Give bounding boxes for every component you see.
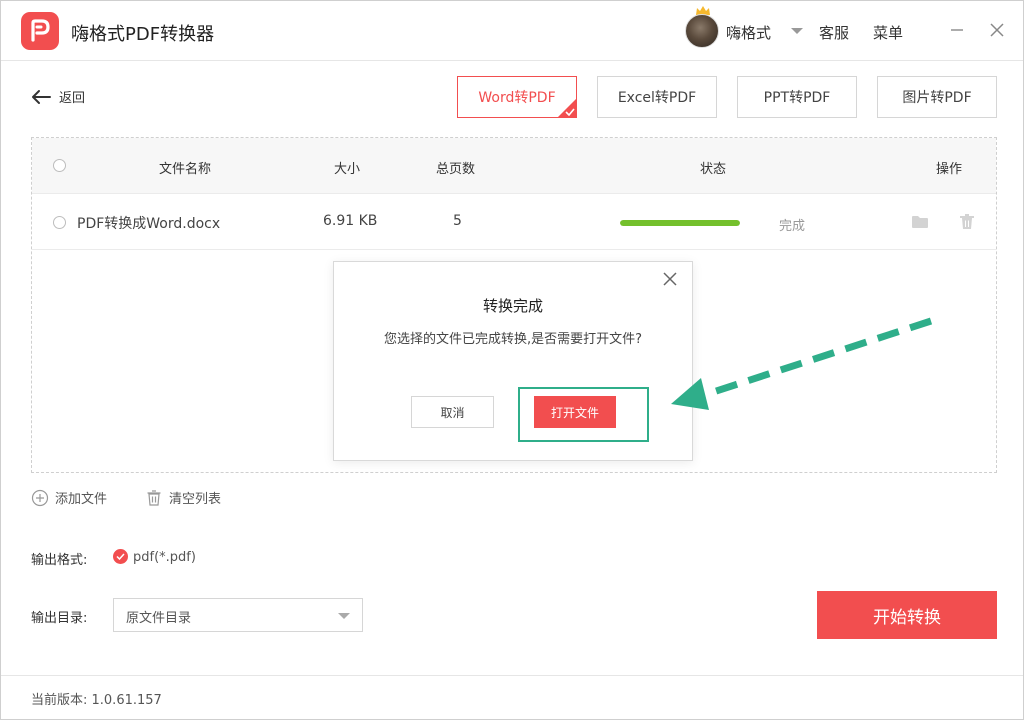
table-header: 文件名称 大小 总页数 状态 操作: [32, 138, 996, 194]
add-file-label: 添加文件: [55, 492, 108, 507]
progress-bar: [620, 220, 740, 226]
customer-service-link[interactable]: 客服: [819, 22, 849, 43]
start-conversion-button[interactable]: 开始转换: [817, 591, 997, 639]
output-dir-select[interactable]: 原文件目录: [113, 598, 363, 632]
dialog-message: 您选择的文件已完成转换,是否需要打开文件?: [383, 332, 643, 347]
tab-image-to-pdf[interactable]: 图片转PDF: [877, 76, 997, 118]
close-window-button[interactable]: [986, 19, 1008, 41]
username[interactable]: 嗨格式: [726, 22, 771, 43]
add-circle-icon: [31, 489, 49, 506]
cancel-button[interactable]: 取消: [411, 396, 494, 428]
app-window: 嗨格式PDF转换器 嗨格式 客服 菜单 返回 Word转PDF Excel转PD…: [0, 0, 1024, 720]
folder-icon[interactable]: [910, 212, 930, 232]
header-file-name: 文件名称: [159, 162, 212, 177]
header-size: 大小: [334, 162, 361, 177]
clear-list-label: 清空列表: [169, 492, 222, 507]
output-format-label: 输出格式:: [31, 553, 88, 568]
output-dir-value: 原文件目录: [126, 611, 192, 626]
open-file-button[interactable]: 打开文件: [534, 396, 616, 428]
avatar[interactable]: [685, 14, 719, 48]
close-icon[interactable]: [662, 271, 678, 287]
version-text: 当前版本: 1.0.61.157: [31, 693, 162, 708]
add-file-button[interactable]: 添加文件: [31, 488, 107, 507]
row-status: 完成: [779, 219, 806, 234]
conversion-complete-dialog: 转换完成 您选择的文件已完成转换,是否需要打开文件? 取消 打开文件: [333, 261, 693, 461]
row-file-name: PDF转换成Word.docx: [77, 216, 221, 232]
tab-label: Word转PDF: [478, 90, 556, 106]
trash-icon: [147, 489, 161, 506]
check-icon: [565, 108, 575, 116]
tab-label: Excel转PDF: [617, 90, 697, 106]
header-status: 状态: [700, 162, 727, 177]
tab-excel-to-pdf[interactable]: Excel转PDF: [597, 76, 717, 118]
close-icon: [990, 23, 1004, 37]
back-button[interactable]: 返回: [31, 87, 85, 106]
table-row: PDF转换成Word.docx 6.91 KB 5 完成: [32, 194, 996, 250]
minimize-button[interactable]: [946, 19, 968, 41]
output-format-value: pdf(*.pdf): [133, 550, 196, 565]
menu-link[interactable]: 菜单: [873, 22, 903, 43]
title-bar: 嗨格式PDF转换器 嗨格式 客服 菜单: [1, 1, 1023, 61]
select-all-radio[interactable]: [53, 159, 66, 172]
minimize-icon: [951, 29, 963, 31]
footer: 当前版本: 1.0.61.157: [1, 675, 1023, 719]
app-title: 嗨格式PDF转换器: [71, 24, 215, 45]
output-dir-label: 输出目录:: [31, 611, 88, 626]
back-label: 返回: [59, 91, 86, 106]
arrow-annotation-icon: [671, 317, 933, 410]
tab-word-to-pdf[interactable]: Word转PDF: [457, 76, 577, 118]
chevron-down-icon[interactable]: [791, 28, 803, 34]
header-pages: 总页数: [436, 162, 476, 177]
tab-label: 图片转PDF: [902, 90, 972, 106]
chevron-down-icon: [338, 613, 350, 619]
row-select-radio[interactable]: [53, 216, 66, 229]
dialog-title: 转换完成: [482, 297, 543, 315]
clear-list-button[interactable]: 清空列表: [145, 488, 221, 507]
row-page-count: 5: [453, 213, 462, 229]
progress-fill: [620, 220, 740, 226]
header-actions: 操作: [936, 162, 963, 177]
tab-label: PPT转PDF: [763, 90, 831, 106]
app-logo-icon: [21, 12, 59, 50]
check-circle-icon: [113, 549, 128, 564]
arrow-left-icon: [32, 89, 51, 104]
tab-ppt-to-pdf[interactable]: PPT转PDF: [737, 76, 857, 118]
row-file-size: 6.91 KB: [323, 213, 378, 229]
trash-icon[interactable]: [957, 212, 977, 232]
